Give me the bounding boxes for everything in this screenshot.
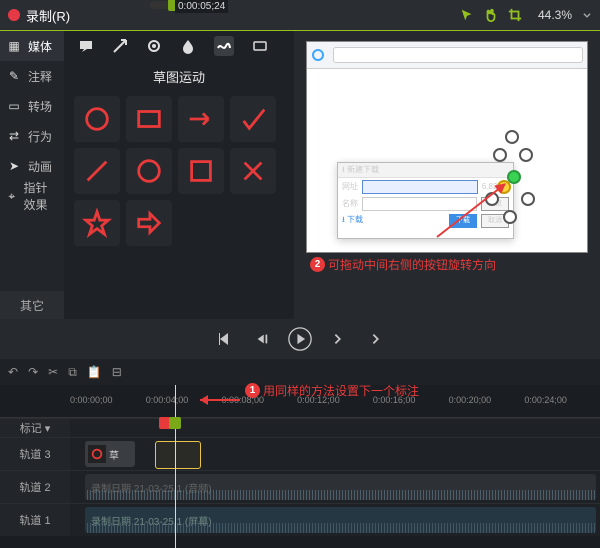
badge-2-icon: 2: [310, 257, 325, 272]
record-indicator-icon: [8, 9, 20, 21]
shape-circle[interactable]: [74, 96, 120, 142]
badge-1-icon: 1: [245, 383, 260, 398]
step-fwd-button[interactable]: [326, 327, 350, 351]
annotation-clip[interactable]: 草: [85, 441, 135, 467]
track-3-header[interactable]: 轨道 3: [0, 438, 70, 470]
path-node[interactable]: [493, 148, 507, 162]
work-area: ▦媒体 ✎注释 ▭转场 ⇄行为 ➤动画 ⌖指针效果 其它 草图运动: [0, 31, 600, 319]
path-node[interactable]: [505, 130, 519, 144]
timeline: + 0:00:00;000:00:04;000:00:08;000:00:12;…: [0, 385, 600, 548]
pointer-icon: ⌖: [6, 188, 18, 204]
track-1: 轨道 1 录制日期 21-03-25 1 (屏幕): [0, 503, 600, 536]
callout-icon[interactable]: [78, 38, 94, 54]
clip-thumb-icon: [88, 445, 106, 463]
animate-icon: ➤: [6, 158, 22, 174]
top-bar: 录制(R) 44.3%: [0, 0, 600, 31]
keystroke-icon[interactable]: [252, 38, 268, 54]
annotation-arrow-icon: [427, 172, 517, 242]
sidebar-item-annotate[interactable]: ✎注释: [0, 61, 64, 91]
prev-frame-button[interactable]: [212, 327, 236, 351]
blur-tool-icon[interactable]: [180, 38, 196, 54]
shape-line[interactable]: [74, 148, 120, 194]
media-icon: ▦: [6, 38, 22, 54]
undo-button[interactable]: ↶: [8, 365, 18, 379]
browser-tab-icon: [312, 49, 324, 61]
path-node[interactable]: [521, 192, 535, 206]
annotate-icon: ✎: [6, 68, 22, 84]
sidebar-misc[interactable]: 其它: [0, 291, 64, 319]
arrow-tool-icon[interactable]: [112, 38, 128, 54]
shapes-grid: [64, 92, 294, 250]
browser-chrome: [307, 42, 587, 69]
audio-clip[interactable]: 录制日期 21-03-25 1 (音频): [85, 474, 596, 500]
sketch-tool-icon[interactable]: [214, 36, 234, 56]
cut-button[interactable]: ✂: [48, 365, 58, 379]
track-2: 轨道 2 录制日期 21-03-25 1 (音频): [0, 470, 600, 503]
shape-star[interactable]: [74, 200, 120, 246]
record-button[interactable]: 录制(R): [26, 6, 70, 25]
sidebar: ▦媒体 ✎注释 ▭转场 ⇄行为 ➤动画 ⌖指针效果 其它: [0, 31, 64, 319]
marker-label: 标记 ▾: [0, 419, 70, 437]
preview-canvas[interactable]: ⭳ 新建下载 网址6.82GB 名称浏览 ⭳ 下载下载取消: [306, 41, 588, 253]
annotation-1: 1用同样的方法设置下一个标注: [245, 382, 419, 399]
marker-row[interactable]: 标记 ▾: [0, 418, 600, 437]
sidebar-item-animate[interactable]: ➤动画: [0, 151, 64, 181]
shape-arrow[interactable]: [178, 96, 224, 142]
video-clip[interactable]: 录制日期 21-03-25 1 (屏幕): [85, 507, 596, 533]
shape-square[interactable]: [178, 148, 224, 194]
redo-button[interactable]: ↷: [28, 365, 38, 379]
sidebar-item-behavior[interactable]: ⇄行为: [0, 121, 64, 151]
playback-bar: [0, 319, 600, 359]
behavior-icon: ⇄: [6, 128, 22, 144]
paste-button[interactable]: 📋: [87, 365, 102, 379]
annotation-arrow-1-icon: [192, 385, 242, 415]
crop-icon[interactable]: [508, 8, 522, 22]
shape-x[interactable]: [230, 148, 276, 194]
track-2-header[interactable]: 轨道 2: [0, 471, 70, 503]
shapes-panel: 草图运动: [64, 31, 294, 319]
shape-block-arrow[interactable]: [126, 200, 172, 246]
shapes-toolbar: [64, 31, 294, 61]
path-node[interactable]: [519, 148, 533, 162]
sidebar-item-media[interactable]: ▦媒体: [0, 31, 64, 61]
preview-panel: ⭳ 新建下载 网址6.82GB 名称浏览 ⭳ 下载下载取消: [294, 31, 600, 319]
sidebar-item-transition[interactable]: ▭转场: [0, 91, 64, 121]
step-back-button[interactable]: [250, 327, 274, 351]
transition-icon: ▭: [6, 98, 22, 114]
current-time: 0:00:05;24: [175, 0, 228, 13]
playhead[interactable]: [175, 385, 176, 548]
shape-ring[interactable]: [126, 148, 172, 194]
track-1-header[interactable]: 轨道 1: [0, 504, 70, 536]
annotation-2: 2可拖动中间右侧的按钮旋转方向: [310, 256, 496, 273]
copy-button[interactable]: ⧉: [68, 365, 77, 380]
chevron-down-icon[interactable]: [582, 8, 592, 22]
shape-tool-icon[interactable]: [146, 38, 162, 54]
track-3: 轨道 3 草: [0, 437, 600, 470]
shape-rect[interactable]: [126, 96, 172, 142]
zoom-level[interactable]: 44.3%: [538, 8, 572, 22]
split-button[interactable]: ⊟: [112, 365, 122, 379]
cursor-icon[interactable]: [460, 8, 474, 22]
shapes-title: 草图运动: [64, 61, 294, 92]
play-button[interactable]: [288, 327, 312, 351]
browser-url-bar: [333, 47, 583, 63]
shape-check[interactable]: [230, 96, 276, 142]
hand-icon[interactable]: [484, 8, 498, 22]
sidebar-item-pointer[interactable]: ⌖指针效果: [0, 181, 64, 211]
selected-clip[interactable]: [155, 441, 201, 469]
next-frame-button[interactable]: [364, 327, 388, 351]
